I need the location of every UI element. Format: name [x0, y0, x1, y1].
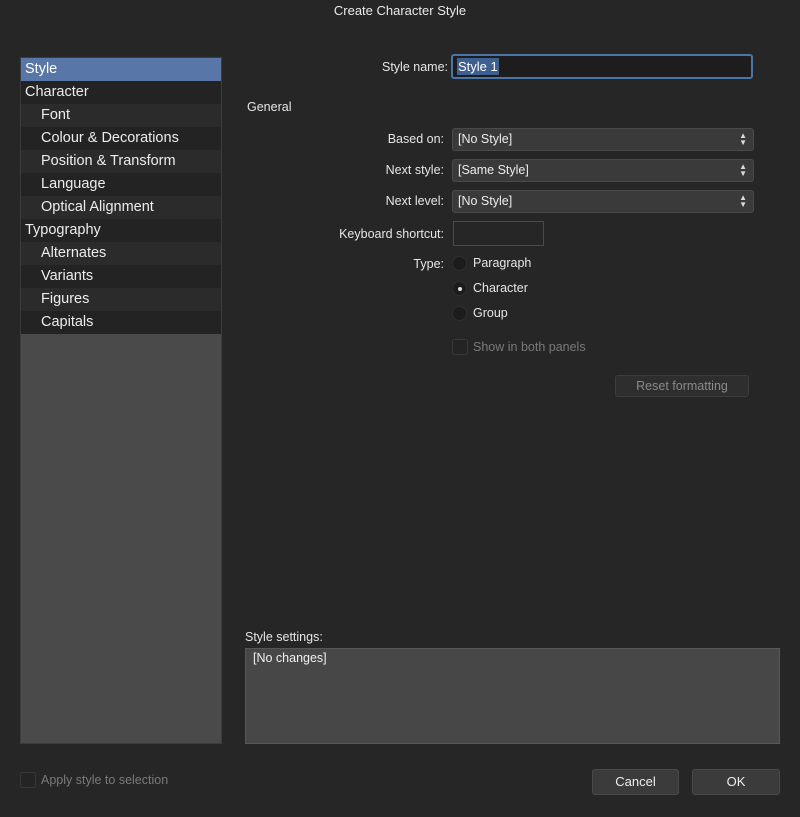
reset-formatting-button[interactable]: Reset formatting: [615, 375, 749, 397]
next-level-value: [No Style]: [458, 194, 513, 208]
style-name-input[interactable]: Style 1: [451, 54, 753, 79]
keyboard-shortcut-label: Keyboard shortcut:: [339, 227, 444, 241]
style-settings-value: [No changes]: [253, 651, 327, 665]
sidebar-item-character[interactable]: Character: [21, 81, 221, 104]
dialog-title: Create Character Style: [333, 3, 467, 18]
ok-button[interactable]: OK: [692, 769, 780, 795]
updown-arrows-icon: ▲ ▼: [739, 162, 747, 178]
sidebar-item-style[interactable]: Style: [21, 58, 221, 81]
sidebar-item-typography[interactable]: Typography: [21, 219, 221, 242]
style-name-label: Style name:: [381, 60, 448, 74]
next-style-value: [Same Style]: [458, 163, 529, 177]
updown-arrows-icon: ▲ ▼: [739, 193, 747, 209]
radio-character[interactable]: [452, 281, 467, 296]
apply-style-label: Apply style to selection: [41, 773, 169, 787]
style-settings-label: Style settings:: [245, 630, 323, 644]
radio-paragraph[interactable]: [452, 256, 467, 271]
based-on-select[interactable]: [No Style] ▲ ▼: [452, 128, 754, 151]
style-name-value[interactable]: Style 1: [457, 58, 499, 75]
next-style-label: Next style:: [385, 163, 444, 177]
radio-character-label: Character: [473, 281, 528, 295]
sidebar-item-optical-alignment[interactable]: Optical Alignment: [21, 196, 221, 219]
show-both-panels-checkbox[interactable]: [452, 339, 468, 355]
sidebar-item-alternates[interactable]: Alternates: [21, 242, 221, 265]
based-on-label: Based on:: [387, 132, 444, 146]
type-label: Type:: [413, 257, 444, 271]
keyboard-shortcut-field[interactable]: [453, 221, 544, 246]
next-level-select[interactable]: [No Style] ▲ ▼: [452, 190, 754, 213]
radio-paragraph-label: Paragraph: [473, 256, 532, 270]
sidebar-item-language[interactable]: Language: [21, 173, 221, 196]
sidebar-item-colour-decorations[interactable]: Colour & Decorations: [21, 127, 221, 150]
sidebar-item-figures[interactable]: Figures: [21, 288, 221, 311]
show-both-panels-label: Show in both panels: [473, 340, 586, 354]
next-style-select[interactable]: [Same Style] ▲ ▼: [452, 159, 754, 182]
sidebar-item-font[interactable]: Font: [21, 104, 221, 127]
style-settings-box: [No changes]: [245, 648, 780, 744]
radio-group[interactable]: [452, 306, 467, 321]
based-on-value: [No Style]: [458, 132, 513, 146]
sidebar-item-variants[interactable]: Variants: [21, 265, 221, 288]
general-heading: General: [247, 100, 292, 114]
next-level-label: Next level:: [385, 194, 444, 208]
cancel-button[interactable]: Cancel: [592, 769, 679, 795]
radio-group-label: Group: [473, 306, 508, 320]
sidebar-item-capitals[interactable]: Capitals: [21, 311, 221, 334]
apply-style-checkbox[interactable]: [20, 772, 36, 788]
sidebar-item-position-transform[interactable]: Position & Transform: [21, 150, 221, 173]
updown-arrows-icon: ▲ ▼: [739, 131, 747, 147]
sidebar: Style Character Font Colour & Decoration…: [20, 57, 222, 744]
